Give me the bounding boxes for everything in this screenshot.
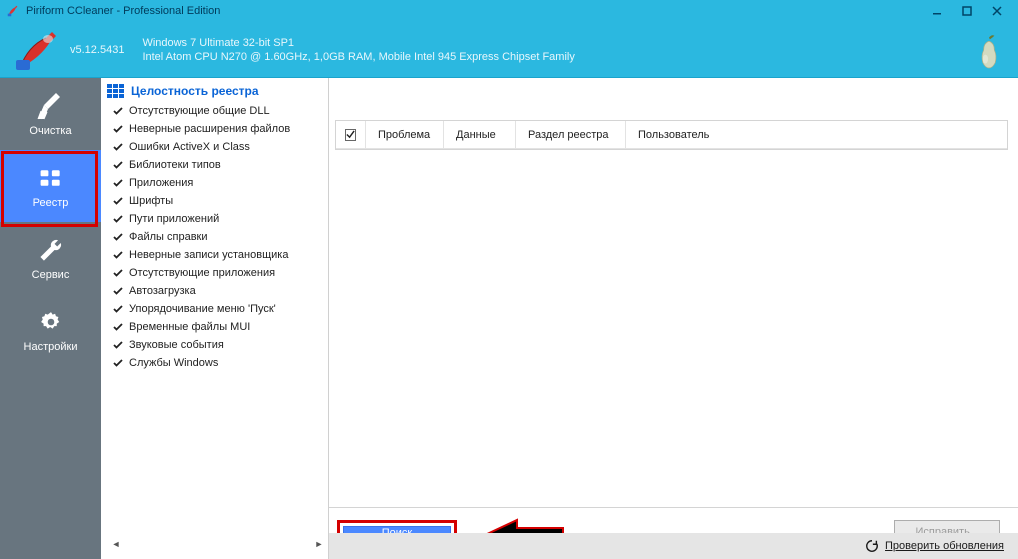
checkmark-icon — [113, 340, 123, 348]
check-item-label: Приложения — [129, 177, 193, 189]
checkmark-icon — [113, 124, 123, 132]
system-info: Windows 7 Ultimate 32-bit SP1 Intel Atom… — [142, 36, 574, 64]
check-item-label: Отсутствующие общие DLL — [129, 105, 270, 117]
registry-check-item[interactable]: Упорядочивание меню 'Пуск' — [107, 300, 328, 318]
check-item-label: Файлы справки — [129, 231, 208, 243]
horizontal-scrollbar[interactable]: ◄ ► — [107, 535, 328, 553]
check-item-label: Библиотеки типов — [129, 159, 221, 171]
sidebar-item-tools[interactable]: Сервис — [0, 222, 101, 294]
checkmark-icon — [113, 250, 123, 258]
grid-small-icon — [107, 84, 125, 98]
registry-check-item[interactable]: Шрифты — [107, 192, 328, 210]
check-updates-link[interactable]: Проверить обновления — [865, 539, 1004, 553]
checkmark-icon — [113, 142, 123, 150]
registry-check-item[interactable]: Неверные расширения файлов — [107, 120, 328, 138]
scroll-right-button[interactable]: ► — [312, 537, 326, 551]
title-bar: Piriform CCleaner - Professional Edition — [0, 0, 1018, 22]
table-col-section[interactable]: Раздел реестра — [516, 121, 626, 148]
checkmark-icon — [113, 304, 123, 312]
sidebar-item-clean[interactable]: Очистка — [0, 78, 101, 150]
registry-check-item[interactable]: Автозагрузка — [107, 282, 328, 300]
registry-check-item[interactable]: Звуковые события — [107, 336, 328, 354]
checkmark-icon — [113, 196, 123, 204]
sidebar-item-label: Сервис — [32, 269, 70, 281]
checkmark-icon — [113, 106, 123, 114]
table-col-user[interactable]: Пользователь — [626, 121, 726, 148]
ccleaner-logo-icon — [10, 28, 66, 72]
results-table: Проблема Данные Раздел реестра Пользоват… — [335, 120, 1008, 150]
sidebar-item-label: Настройки — [24, 341, 78, 353]
scroll-left-button[interactable]: ◄ — [109, 537, 123, 551]
check-item-label: Отсутствующие приложения — [129, 267, 275, 279]
piriform-pear-icon — [970, 30, 1008, 72]
checkmark-icon — [113, 268, 123, 276]
check-item-label: Шрифты — [129, 195, 173, 207]
registry-check-item[interactable]: Временные файлы MUI — [107, 318, 328, 336]
registry-checklist-panel: Целостность реестра Отсутствующие общие … — [101, 78, 329, 559]
gear-icon — [34, 307, 68, 337]
broom-icon — [34, 91, 68, 121]
check-item-label: Ошибки ActiveX и Class — [129, 141, 250, 153]
table-col-checkbox[interactable] — [336, 121, 366, 148]
version-label: v5.12.5431 — [70, 44, 124, 56]
window-title: Piriform CCleaner - Professional Edition — [26, 5, 922, 17]
check-item-label: Временные файлы MUI — [129, 321, 250, 333]
main-body: Очистка Реестр Сервис Настройк — [0, 78, 1018, 559]
registry-check-item[interactable]: Файлы справки — [107, 228, 328, 246]
registry-check-item[interactable]: Неверные записи установщика — [107, 246, 328, 264]
registry-check-item[interactable]: Пути приложений — [107, 210, 328, 228]
check-item-label: Упорядочивание меню 'Пуск' — [129, 303, 276, 315]
checkmark-icon — [113, 322, 123, 330]
sidebar-item-settings[interactable]: Настройки — [0, 294, 101, 366]
registry-heading: Целостность реестра — [107, 84, 328, 98]
registry-check-item[interactable]: Ошибки ActiveX и Class — [107, 138, 328, 156]
sidebar: Очистка Реестр Сервис Настройк — [0, 78, 101, 559]
system-info-line1: Windows 7 Ultimate 32-bit SP1 — [142, 36, 574, 50]
select-all-checkbox[interactable] — [345, 129, 356, 141]
check-item-label: Звуковые события — [129, 339, 224, 351]
system-info-line2: Intel Atom CPU N270 @ 1.60GHz, 1,0GB RAM… — [142, 50, 574, 64]
close-button[interactable] — [982, 0, 1012, 22]
check-item-label: Автозагрузка — [129, 285, 196, 297]
check-item-label: Пути приложений — [129, 213, 219, 225]
checkmark-icon — [113, 286, 123, 294]
status-bar: Проверить обновления — [329, 533, 1018, 559]
registry-check-item[interactable]: Отсутствующие общие DLL — [107, 102, 328, 120]
sidebar-item-label: Реестр — [33, 197, 69, 209]
registry-check-item[interactable]: Отсутствующие приложения — [107, 264, 328, 282]
wrench-icon — [34, 235, 68, 265]
checkmark-icon — [113, 160, 123, 168]
app-icon — [6, 4, 20, 18]
table-header: Проблема Данные Раздел реестра Пользоват… — [336, 121, 1007, 149]
checkmark-icon — [113, 178, 123, 186]
results-panel: Проблема Данные Раздел реестра Пользоват… — [329, 78, 1018, 559]
check-updates-label: Проверить обновления — [885, 540, 1004, 552]
registry-checklist: Отсутствующие общие DLL Неверные расширен… — [107, 102, 328, 529]
checkmark-icon — [113, 214, 123, 222]
minimize-button[interactable] — [922, 0, 952, 22]
refresh-icon — [865, 539, 879, 553]
registry-check-item[interactable]: Библиотеки типов — [107, 156, 328, 174]
registry-check-item[interactable]: Службы Windows — [107, 354, 328, 372]
table-col-data[interactable]: Данные — [444, 121, 516, 148]
checkmark-icon — [113, 232, 123, 240]
check-item-label: Службы Windows — [129, 357, 218, 369]
sidebar-item-registry[interactable]: Реестр — [0, 150, 101, 222]
sidebar-item-label: Очистка — [29, 125, 71, 137]
app-header: v5.12.5431 Windows 7 Ultimate 32-bit SP1… — [0, 22, 1018, 78]
registry-heading-label: Целостность реестра — [131, 84, 259, 98]
maximize-button[interactable] — [952, 0, 982, 22]
check-item-label: Неверные расширения файлов — [129, 123, 290, 135]
registry-check-item[interactable]: Приложения — [107, 174, 328, 192]
checkmark-icon — [113, 358, 123, 366]
grid-icon — [34, 163, 68, 193]
table-col-problem[interactable]: Проблема — [366, 121, 444, 148]
check-item-label: Неверные записи установщика — [129, 249, 288, 261]
